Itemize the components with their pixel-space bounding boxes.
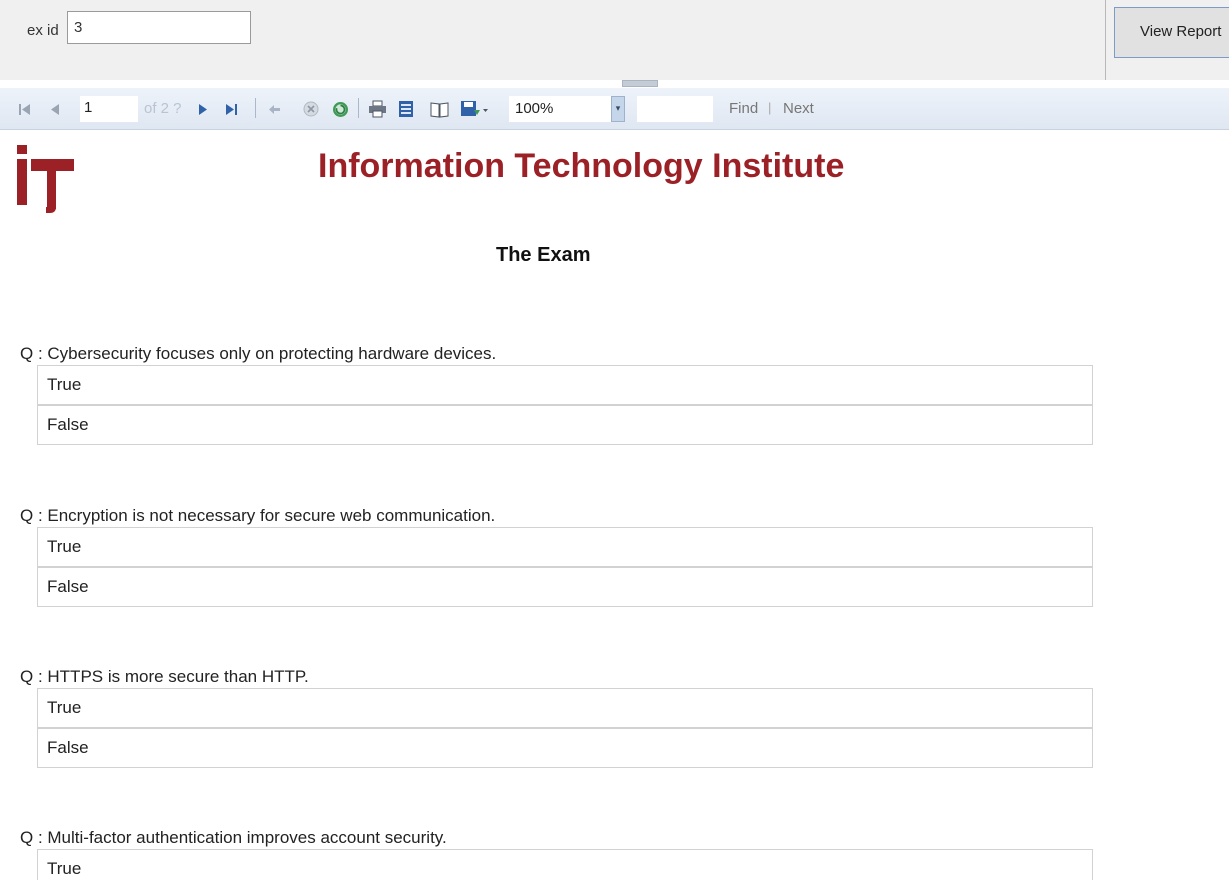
refresh-icon[interactable] bbox=[331, 88, 349, 130]
previous-page-icon[interactable] bbox=[48, 88, 62, 130]
parameter-divider bbox=[1105, 0, 1106, 80]
iti-logo bbox=[16, 143, 78, 213]
find-input[interactable] bbox=[637, 96, 713, 122]
choice-option: True bbox=[37, 527, 1093, 567]
choice-option: True bbox=[37, 688, 1093, 728]
page-setup-icon[interactable] bbox=[428, 88, 450, 130]
question-text: Q : Cybersecurity focuses only on protec… bbox=[20, 344, 497, 363]
parameter-bar: ex id 3 View Report bbox=[0, 0, 1229, 80]
print-icon[interactable] bbox=[366, 88, 388, 130]
find-link[interactable]: Find bbox=[729, 100, 758, 117]
choice-option: False bbox=[37, 405, 1093, 445]
back-icon[interactable] bbox=[266, 88, 282, 130]
last-page-icon[interactable] bbox=[222, 88, 240, 130]
find-separator: | bbox=[768, 100, 772, 115]
ex-id-label: ex id bbox=[27, 22, 59, 39]
question-text: Q : Multi-factor authentication improves… bbox=[20, 828, 447, 847]
next-page-icon[interactable] bbox=[196, 88, 210, 130]
ex-id-input[interactable]: 3 bbox=[67, 11, 251, 44]
choice-option: True bbox=[37, 365, 1093, 405]
export-icon[interactable] bbox=[458, 88, 492, 130]
question-text: Q : Encryption is not necessary for secu… bbox=[20, 506, 496, 525]
question-text: Q : HTTPS is more secure than HTTP. bbox=[20, 667, 309, 686]
choice-option: False bbox=[37, 728, 1093, 768]
collapse-parameters-handle[interactable] bbox=[622, 80, 658, 87]
print-layout-icon[interactable] bbox=[396, 88, 416, 130]
view-report-button[interactable]: View Report bbox=[1114, 7, 1229, 58]
choice-option: False bbox=[37, 567, 1093, 607]
institute-title: Information Technology Institute bbox=[318, 147, 845, 185]
find-next-link[interactable]: Next bbox=[783, 100, 814, 117]
first-page-icon[interactable] bbox=[16, 88, 32, 130]
page-count-text: of 2 ? bbox=[144, 100, 182, 117]
zoom-dropdown-icon[interactable]: ▾ bbox=[611, 96, 625, 122]
current-page-input[interactable]: 1 bbox=[80, 96, 138, 122]
toolbar-separator bbox=[358, 98, 359, 118]
stop-icon[interactable] bbox=[302, 88, 320, 130]
toolbar-separator bbox=[255, 98, 256, 118]
exam-title: The Exam bbox=[496, 244, 591, 266]
choice-option: True bbox=[37, 849, 1093, 880]
zoom-select[interactable]: 100% bbox=[509, 96, 611, 122]
report-toolbar: 1 of 2 ? 100% ▾ Find | Next bbox=[0, 88, 1229, 130]
